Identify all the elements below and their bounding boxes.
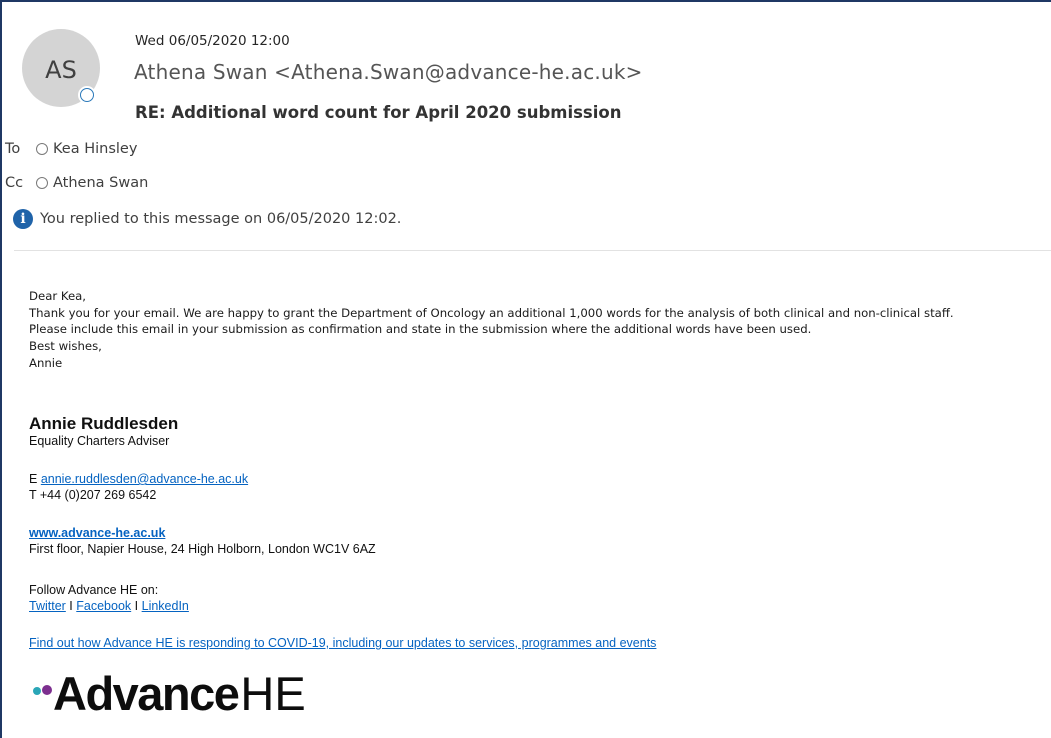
signature-title: Equality Charters Adviser [29, 434, 170, 448]
header-divider [14, 250, 1051, 251]
logo-dot-purple [42, 685, 52, 695]
body-line-2: Please include this email in your submis… [29, 322, 812, 337]
covid-link[interactable]: Find out how Advance HE is responding to… [29, 636, 656, 650]
body-greeting: Dear Kea, [29, 289, 87, 303]
email-reading-pane: AS Wed 06/05/2020 12:00 Athena Swan <Ath… [0, 0, 1051, 738]
message-date: Wed 06/05/2020 12:00 [135, 33, 290, 49]
presence-circle-icon [36, 143, 48, 155]
presence-status-icon [78, 86, 96, 104]
sender-name[interactable]: Athena Swan <Athena.Swan@advance-he.ac.u… [134, 60, 643, 84]
cc-label: Cc [5, 175, 24, 191]
message-subject: RE: Additional word count for April 2020… [135, 103, 622, 122]
follow-text: Follow Advance HE on: [29, 583, 159, 597]
covid-link-row: Find out how Advance HE is responding to… [29, 636, 656, 650]
advance-he-logo: Advance HE [33, 668, 306, 718]
cc-row: Cc Athena Swan [5, 175, 148, 191]
to-label: To [5, 141, 21, 157]
twitter-link[interactable]: Twitter [29, 599, 66, 613]
to-recipient[interactable]: Kea Hinsley [53, 141, 137, 157]
logo-dots-icon [33, 678, 53, 718]
website-link-row: www.advance-he.ac.uk [29, 526, 165, 540]
signature-name: Annie Ruddlesden [29, 414, 179, 433]
social-separator: I [134, 599, 139, 613]
body-line-1: Thank you for your email. We are happy t… [29, 305, 954, 320]
linkedin-link[interactable]: LinkedIn [142, 599, 189, 613]
signature-address: First floor, Napier House, 24 High Holbo… [29, 542, 376, 556]
cc-recipient[interactable]: Athena Swan [53, 175, 148, 191]
social-separator: I [69, 599, 73, 613]
info-bar-text: You replied to this message on 06/05/202… [40, 211, 402, 227]
presence-circle-icon [36, 177, 48, 189]
logo-text-light: HE [240, 667, 306, 720]
email-prefix: E [29, 472, 38, 486]
body-closing: Best wishes, [29, 339, 102, 354]
info-bar[interactable]: i You replied to this message on 06/05/2… [13, 209, 401, 229]
to-row: To Kea Hinsley [5, 141, 137, 157]
logo-text-bold: Advance [53, 667, 240, 720]
website-link[interactable]: www.advance-he.ac.uk [29, 526, 165, 540]
info-icon: i [13, 209, 33, 229]
logo-dot-teal [33, 687, 41, 695]
presence-ring [80, 88, 94, 102]
social-links: Twitter I Facebook I LinkedIn [29, 599, 189, 613]
signature-email-row: E annie.ruddlesden@advance-he.ac.uk [29, 472, 248, 486]
facebook-link[interactable]: Facebook [76, 599, 131, 613]
email-link[interactable]: annie.ruddlesden@advance-he.ac.uk [41, 472, 248, 486]
message-body: Dear Kea, Thank you for your email. We a… [29, 288, 954, 372]
body-sender-first: Annie [29, 355, 63, 370]
signature-phone: T +44 (0)207 269 6542 [29, 488, 157, 502]
